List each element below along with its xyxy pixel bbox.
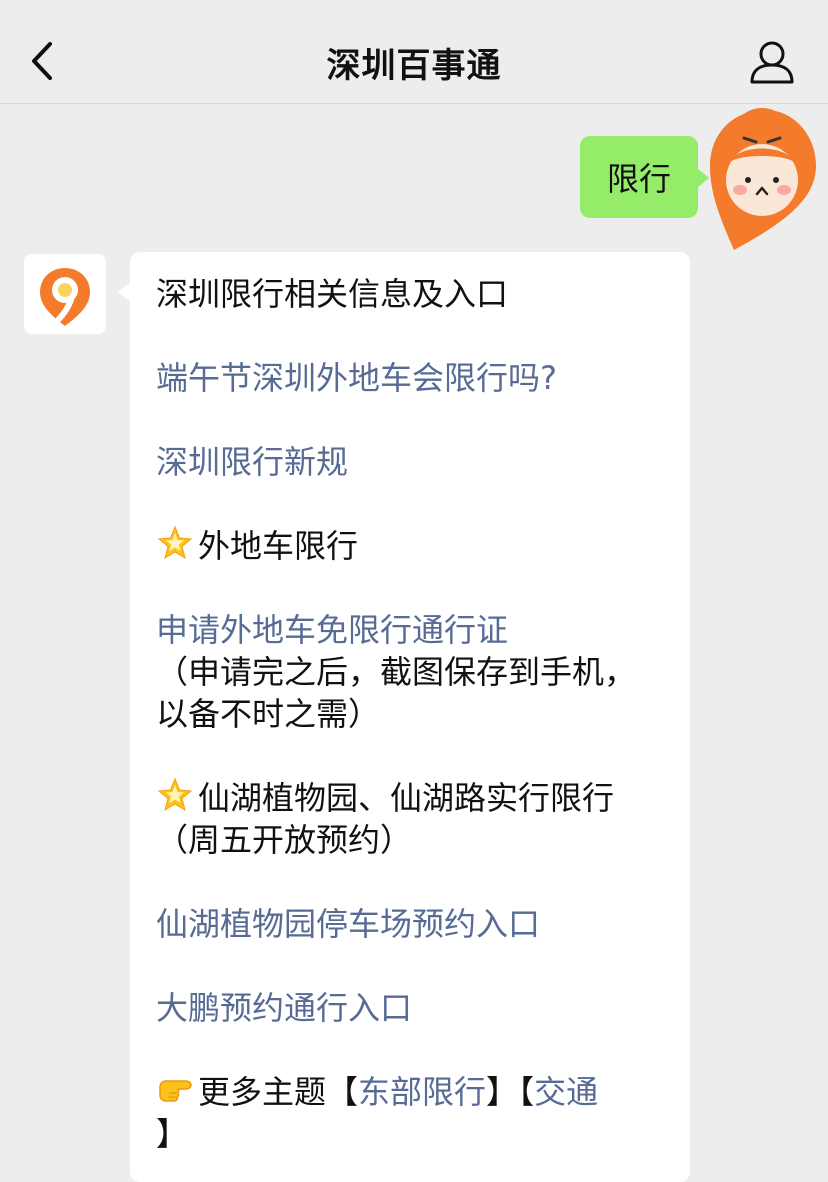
note-save-screenshot-line2: 以备不时之需）: [156, 695, 381, 733]
section-nonlocal-car-restriction: 外地车限行: [156, 525, 358, 567]
bracket-open: 【: [326, 1073, 359, 1111]
bracket-open: 【: [518, 1073, 535, 1111]
link-new-restriction-rules[interactable]: 深圳限行新规: [156, 441, 348, 483]
link-dragon-boat-restriction[interactable]: 端午节深圳外地车会限行吗?: [156, 357, 557, 399]
more-topics-label: 更多主题: [198, 1073, 327, 1111]
cartoon-face-avatar-icon: [710, 108, 816, 250]
user-avatar[interactable]: [704, 104, 820, 252]
top-nav-bar: 深圳百事通: [0, 0, 828, 104]
message-heading: 深圳限行相关信息及入口: [156, 275, 509, 313]
page-title: 深圳百事通: [326, 46, 502, 86]
link-dapeng-pass-booking[interactable]: 大鹏预约通行入口: [156, 987, 412, 1029]
note-save-screenshot-line1: （申请完之后，截图保存到手机，: [156, 653, 637, 691]
link-xianhu-parking-booking[interactable]: 仙湖植物园停车场预约入口: [156, 903, 540, 945]
more-topics-line: 更多主题【东部限行】【交通: [156, 1071, 598, 1113]
glowing-star-emoji-icon: [157, 525, 193, 560]
topic-link-traffic[interactable]: 交通: [534, 1073, 598, 1111]
section-title-text: 外地车限行: [198, 527, 359, 565]
outgoing-message-text: 限行: [606, 160, 671, 198]
bot-avatar[interactable]: [24, 254, 106, 334]
pointing-right-emoji-icon: [159, 1080, 192, 1102]
topic-link-east-restriction[interactable]: 东部限行: [358, 1073, 486, 1111]
section-title-text: 仙湖植物园、仙湖路实行限行: [198, 779, 615, 817]
person-icon: [750, 41, 794, 84]
location-pin-logo-icon: [40, 268, 90, 326]
link-apply-exemption-pass[interactable]: 申请外地车免限行通行证: [156, 609, 508, 651]
note-friday-booking: （周五开放预约）: [156, 821, 413, 859]
glowing-star-emoji-icon: [157, 777, 193, 812]
bracket-close: 】: [486, 1073, 519, 1111]
outgoing-message-bubble[interactable]: 限行: [580, 136, 698, 218]
more-topics-line-wrap: 】: [156, 1113, 188, 1155]
section-xianhu-restriction: 仙湖植物园、仙湖路实行限行: [156, 777, 614, 819]
bracket-close: 】: [156, 1115, 189, 1153]
profile-button[interactable]: [746, 38, 798, 86]
incoming-bubble-tail: [118, 282, 131, 302]
